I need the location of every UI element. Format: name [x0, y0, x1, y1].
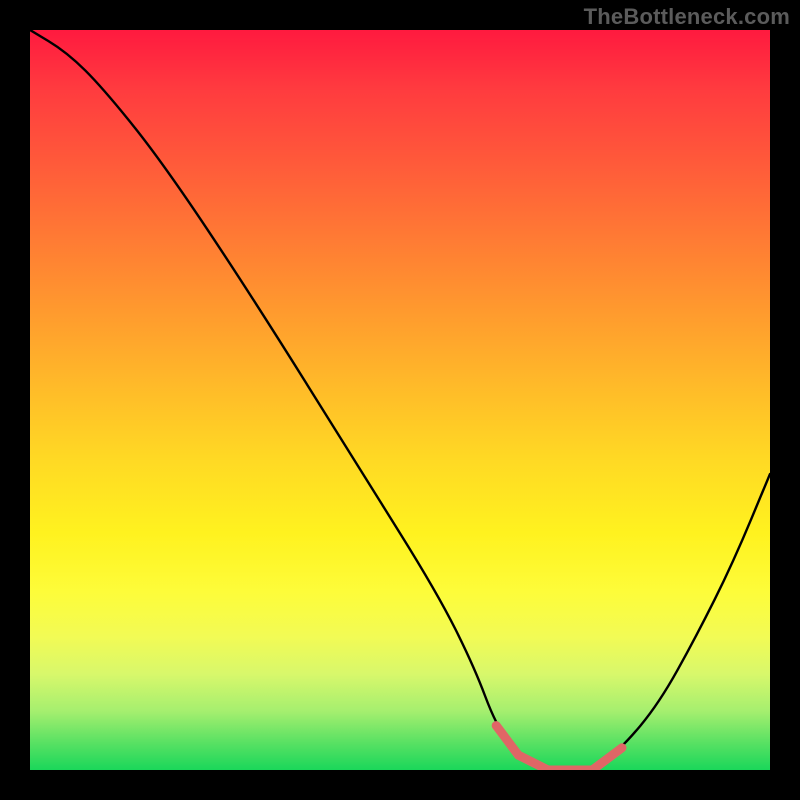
optimal-band-path: [496, 726, 622, 770]
chart-frame: TheBottleneck.com: [0, 0, 800, 800]
bottleneck-curve-path: [30, 30, 770, 770]
plot-area: [30, 30, 770, 770]
curve-svg: [30, 30, 770, 770]
watermark-text: TheBottleneck.com: [584, 4, 790, 30]
